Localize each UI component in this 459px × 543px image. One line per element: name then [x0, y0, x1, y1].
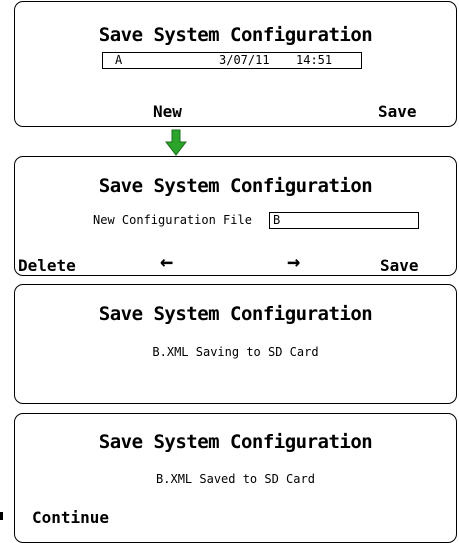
new-config-file-value: B: [273, 213, 281, 227]
delete-softkey[interactable]: Delete: [18, 256, 76, 275]
save-softkey[interactable]: Save: [378, 102, 417, 121]
screen-title: Save System Configuration: [98, 175, 373, 197]
screen-title: Save System Configuration: [98, 431, 373, 453]
screen-title: Save System Configuration: [98, 24, 373, 46]
saved-status-message: B.XML Saved to SD Card: [156, 472, 315, 486]
screen-saving-to-sd: Save System Configuration B.XML Saving t…: [14, 284, 457, 404]
config-file-time: 14:51: [296, 53, 333, 67]
screen-title: Save System Configuration: [98, 303, 373, 325]
down-arrow-icon: [165, 129, 187, 156]
left-arrow-softkey[interactable]: ←: [160, 252, 173, 274]
saving-status-message: B.XML Saving to SD Card: [152, 345, 319, 359]
new-config-file-input[interactable]: B: [269, 212, 419, 229]
right-arrow-softkey[interactable]: →: [287, 252, 300, 274]
config-file-date: 3/07/11: [219, 53, 270, 67]
new-softkey[interactable]: New: [153, 102, 182, 121]
config-file-name: A: [115, 53, 123, 67]
save-softkey[interactable]: Save: [380, 256, 419, 275]
new-config-file-label: New Configuration File: [93, 213, 252, 227]
page-edge-mark: [0, 512, 3, 520]
config-file-field[interactable]: A 3/07/11 14:51: [102, 52, 362, 69]
continue-softkey[interactable]: Continue: [32, 508, 109, 527]
